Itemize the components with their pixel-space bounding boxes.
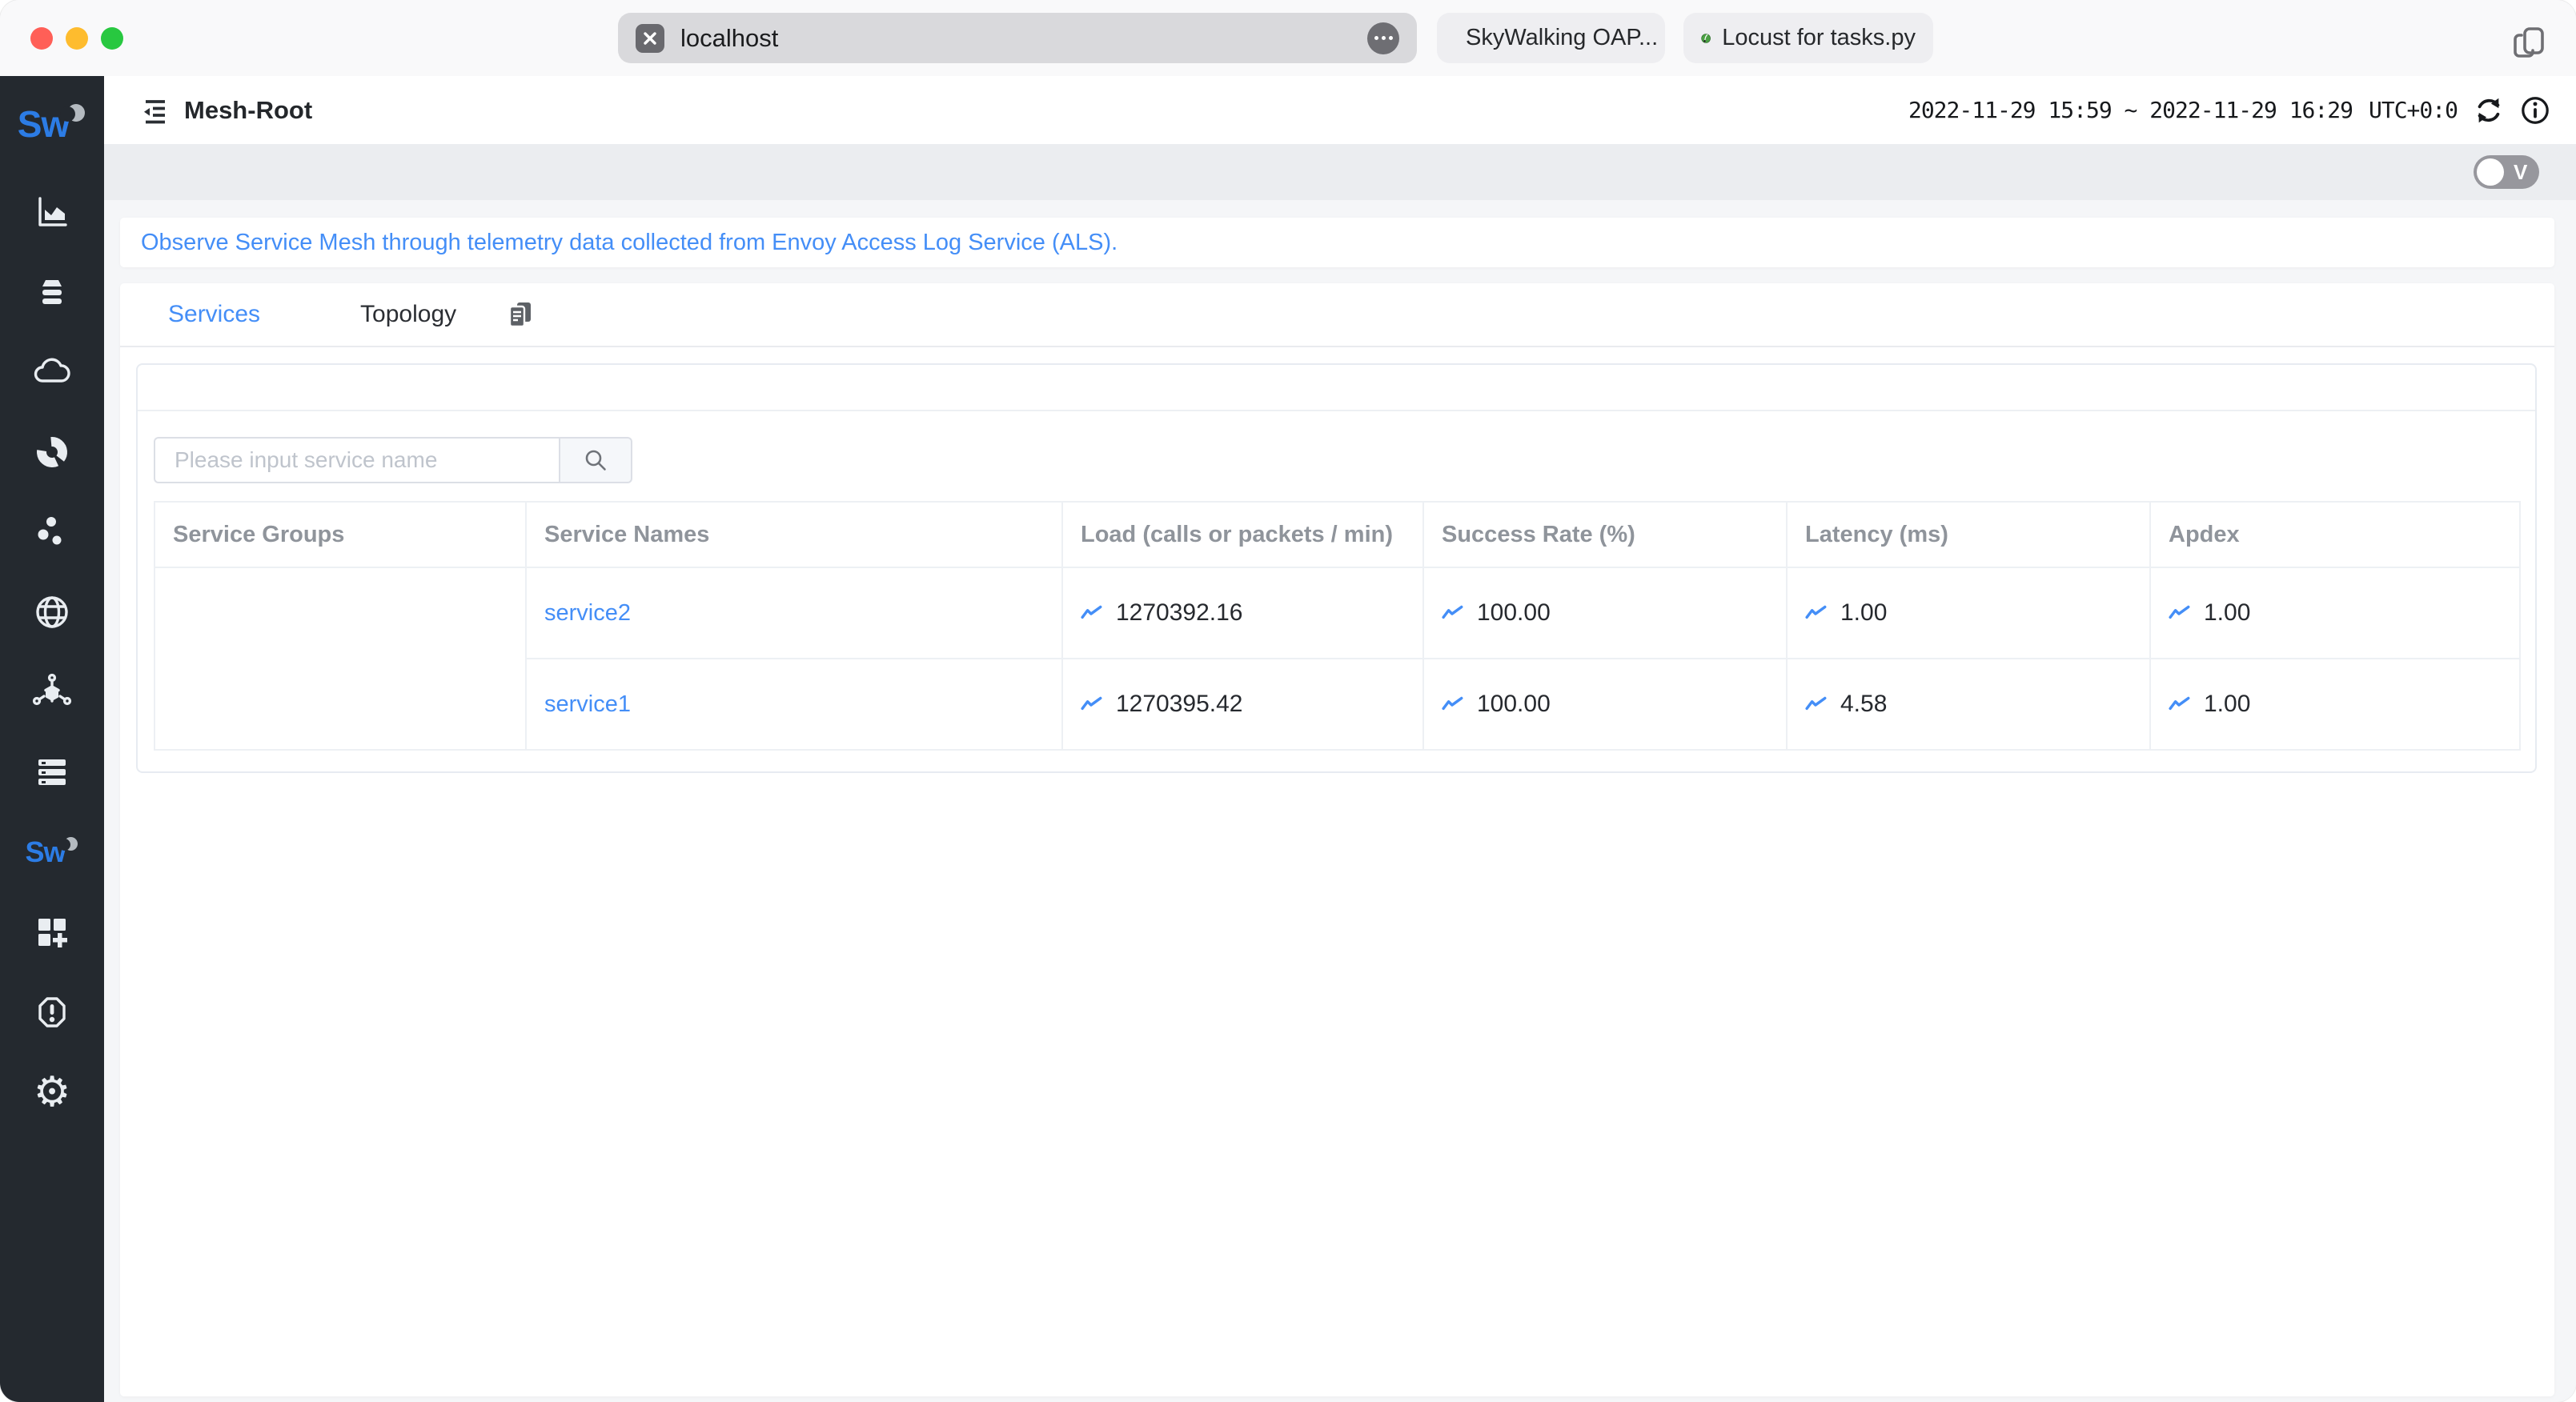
latency-value: 4.58 <box>1840 691 1888 717</box>
page-header: Mesh-Root 2022-11-29 15:59 ~ 2022-11-29 … <box>104 76 2576 144</box>
dashboard-toolbar: V <box>104 144 2576 200</box>
copy-document-icon <box>508 302 532 328</box>
search-icon <box>585 450 606 471</box>
refresh-button[interactable] <box>2474 95 2504 126</box>
locust-icon <box>1701 33 1711 43</box>
sidebar-item-general-service[interactable] <box>0 252 104 332</box>
bookmark-locust[interactable]: Locust for tasks.py <box>1683 13 1933 63</box>
server-list-icon <box>38 759 66 785</box>
refresh-icon <box>2478 98 2500 122</box>
notice-text: Observe Service Mesh through telemetry d… <box>141 229 1118 255</box>
browser-window: localhost SkyWalking OAP... Locust for t… <box>0 0 2576 1402</box>
sidebar-item-skywalking[interactable]: Sw <box>0 812 104 892</box>
more-options-icon[interactable] <box>1367 22 1399 54</box>
service-search <box>154 437 2519 483</box>
col-latency: Latency (ms) <box>1786 501 2151 568</box>
trend-icon <box>1442 696 1463 711</box>
service-link[interactable]: service2 <box>544 600 631 626</box>
sidebar-item-aws[interactable] <box>0 492 104 572</box>
globe-icon <box>36 596 68 628</box>
trend-icon <box>1805 696 1827 711</box>
sidebar-item-service-mesh[interactable] <box>0 652 104 732</box>
services-panel-header <box>138 365 2535 411</box>
apdex-value: 1.00 <box>2204 691 2251 717</box>
skywalking-logo[interactable]: Sw <box>18 76 86 172</box>
scatter-dots-icon <box>38 517 62 545</box>
cloud-icon <box>34 358 70 383</box>
trend-icon <box>1805 605 1827 619</box>
sidebar-item-marketplace[interactable] <box>0 172 104 252</box>
bar-chart-icon <box>38 197 67 226</box>
toggle-label: V <box>2514 159 2528 184</box>
site-badge-icon <box>636 23 664 53</box>
collapse-menu-button[interactable] <box>139 95 170 126</box>
minimize-window-button[interactable] <box>66 27 88 50</box>
success-rate-value: 100.00 <box>1477 691 1551 717</box>
mesh-panel: Services Topology Please input service n… <box>120 283 2554 1396</box>
tab-overview-button[interactable] <box>2509 21 2550 66</box>
bookmark-label: SkyWalking OAP... <box>1466 25 1659 50</box>
service-link[interactable]: service1 <box>544 691 631 717</box>
tab-bar: Services Topology <box>120 283 2554 347</box>
mesh-cube-icon <box>32 673 72 706</box>
col-service-groups: Service Groups <box>154 501 527 568</box>
alert-hexagon-icon <box>38 997 66 1027</box>
copy-tabs-icon <box>2514 27 2544 58</box>
col-apdex: Apdex <box>2149 501 2521 568</box>
zoom-window-button[interactable] <box>101 27 123 50</box>
dashboard-add-icon <box>38 919 67 947</box>
time-range[interactable]: 2022-11-29 15:59 ~ 2022-11-29 16:29 <box>1908 97 2353 123</box>
bookmark-label: Locust for tasks.py <box>1722 25 1916 50</box>
service-search-input[interactable] <box>154 437 559 483</box>
close-window-button[interactable] <box>30 27 53 50</box>
bookmark-skywalking-oap[interactable]: SkyWalking OAP... <box>1437 13 1665 63</box>
database-layers-icon <box>42 280 62 304</box>
version-toggle[interactable]: V <box>2474 155 2539 189</box>
sidebar-item-dashboards[interactable] <box>0 892 104 972</box>
sidebar: Sw Sw ⚙ <box>0 76 104 1402</box>
trend-icon <box>2169 696 2190 711</box>
notice-banner: Observe Service Mesh through telemetry d… <box>120 218 2554 267</box>
copy-tab-button[interactable] <box>503 298 536 331</box>
url-text: localhost <box>680 23 779 52</box>
sidebar-item-browser[interactable] <box>0 572 104 652</box>
toggle-knob <box>2477 158 2504 186</box>
table-header-row: Service Groups Service Names Load (calls… <box>154 501 2521 568</box>
trend-icon <box>2169 605 2190 619</box>
sidebar-item-infrastructure[interactable] <box>0 412 104 492</box>
content-area: Observe Service Mesh through telemetry d… <box>104 200 2576 1402</box>
table-row: service2 1270392.16 100.00 1.00 1.00 <box>154 567 2521 751</box>
load-value: 1270395.42 <box>1116 691 1243 717</box>
services-table: Service Groups Service Names Load (calls… <box>154 501 2521 751</box>
tab-services[interactable]: Services <box>168 301 260 328</box>
apdex-value: 1.00 <box>2204 599 2251 626</box>
gear-icon: ⚙ <box>33 1069 71 1116</box>
menu-collapse-icon <box>144 99 165 123</box>
sidebar-item-settings[interactable]: ⚙ <box>0 1052 104 1132</box>
info-icon <box>2522 96 2549 124</box>
sidebar-item-kubernetes[interactable] <box>0 332 104 412</box>
sidebar-item-self-observability[interactable] <box>0 732 104 812</box>
col-load: Load (calls or packets / min) <box>1061 501 1424 568</box>
address-bar[interactable]: localhost <box>618 13 1417 63</box>
donut-chart-icon <box>37 437 67 467</box>
search-button[interactable] <box>559 437 632 483</box>
load-value: 1270392.16 <box>1116 599 1243 626</box>
tab-topology[interactable]: Topology <box>360 301 456 328</box>
success-rate-value: 100.00 <box>1477 599 1551 626</box>
page-title: Mesh-Root <box>184 95 313 124</box>
trend-icon <box>1442 605 1463 619</box>
services-panel: Service Groups Service Names Load (calls… <box>136 363 2537 773</box>
col-success-rate: Success Rate (%) <box>1422 501 1788 568</box>
window-controls <box>30 27 123 50</box>
trend-icon <box>1081 696 1102 711</box>
info-button[interactable] <box>2520 95 2550 126</box>
sidebar-item-alerting[interactable] <box>0 972 104 1052</box>
timezone: UTC+0:0 <box>2368 97 2458 123</box>
latency-value: 1.00 <box>1840 599 1888 626</box>
service-group-cell <box>154 567 527 751</box>
trend-icon <box>1081 605 1102 619</box>
browser-chrome: localhost SkyWalking OAP... Locust for t… <box>0 0 2576 76</box>
col-service-names: Service Names <box>525 501 1063 568</box>
